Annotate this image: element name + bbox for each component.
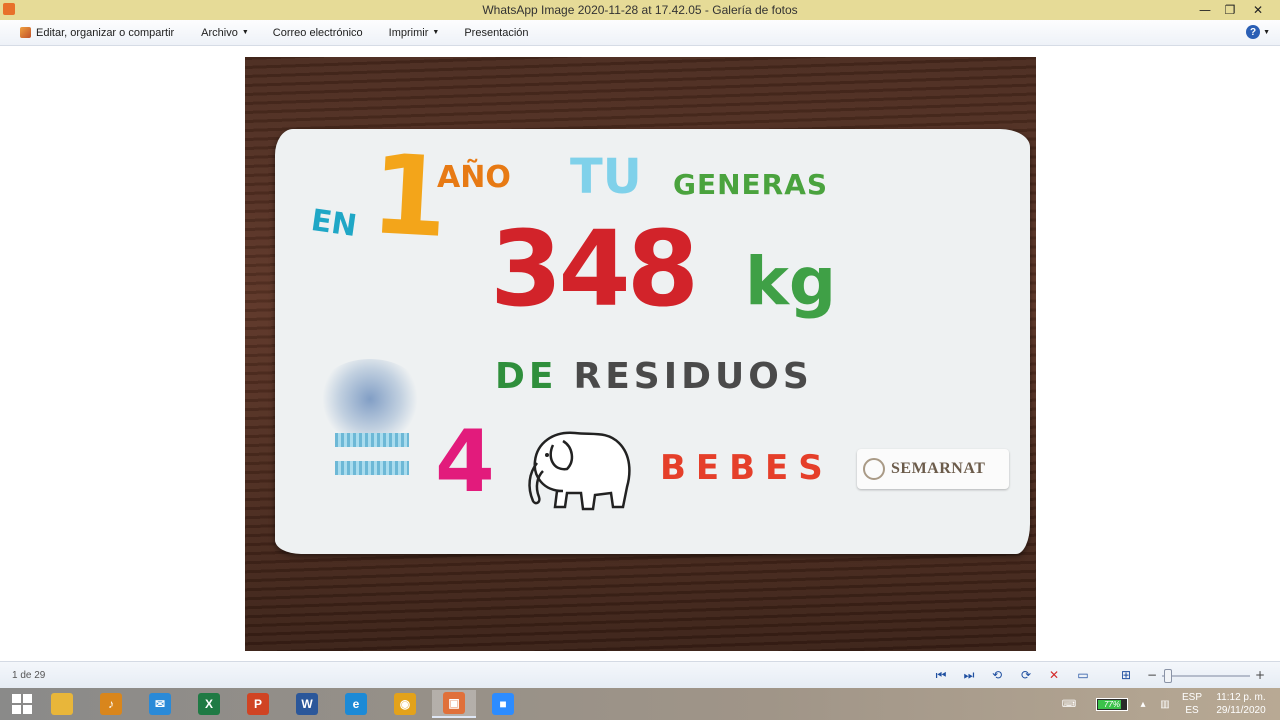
taskbar-audio-app[interactable]: ♪: [89, 690, 133, 718]
network-icon[interactable]: ▥: [1155, 688, 1175, 720]
toolbar: Editar, organizar o compartir Archivo ▼ …: [0, 20, 1280, 46]
taskbar-chrome[interactable]: ◉: [383, 690, 427, 718]
zoom-icon: ■: [492, 693, 514, 715]
zoom-slider[interactable]: [1162, 675, 1250, 677]
previous-image-button[interactable]: ⏮: [932, 667, 950, 683]
word-icon: W: [296, 693, 318, 715]
close-button[interactable]: ✕: [1245, 0, 1271, 20]
zoom-slider-thumb[interactable]: [1163, 669, 1172, 683]
delete-button[interactable]: ✕: [1045, 667, 1063, 683]
taskbar-excel[interactable]: X: [187, 690, 231, 718]
language-indicator[interactable]: ESP ES: [1178, 688, 1206, 720]
poster-word-ano: AÑO: [437, 160, 511, 195]
slideshow-button[interactable]: ▭: [1074, 667, 1092, 683]
archivo-menu[interactable]: Archivo ▼: [186, 20, 261, 45]
language-bottom: ES: [1185, 705, 1199, 716]
fit-to-window-button[interactable]: ⊞: [1117, 667, 1135, 683]
chrome-icon: ◉: [394, 693, 416, 715]
poster-number-four: 4: [435, 412, 495, 512]
start-button[interactable]: [0, 690, 44, 718]
correo-label: Correo electrónico: [272, 26, 363, 39]
next-image-button[interactable]: ⏭: [960, 667, 978, 683]
poster-word-tu: TU: [570, 149, 642, 205]
edge-icon: e: [345, 693, 367, 715]
battery-percent: 77%: [1103, 699, 1120, 709]
help-icon: ?: [1246, 25, 1261, 39]
zoom-out-button[interactable]: −: [1143, 667, 1161, 683]
taskbar-word[interactable]: W: [285, 690, 329, 718]
displayed-photo[interactable]: EN 1 AÑO TU GENERAS 348 kg DE RESIDUOS 4 …: [245, 57, 1036, 651]
mail-icon: ✉: [149, 693, 171, 715]
poster-word-bebes: BEBES: [660, 448, 833, 488]
zoom-in-button[interactable]: +: [1251, 667, 1269, 683]
poster: EN 1 AÑO TU GENERAS 348 kg DE RESIDUOS 4 …: [275, 129, 1030, 554]
taskbar-photo-gallery[interactable]: ▣: [432, 690, 476, 718]
battery-icon: 77%: [1096, 697, 1128, 711]
seal-icon: [863, 458, 885, 480]
minimize-button[interactable]: —: [1192, 0, 1218, 20]
taskbar: ♪ ✉ X P We ◉ ▣ ■ ⌨ 77% ▴ ▥ ESP ES 11:12 p. m. 2…: [0, 688, 1280, 720]
poster-unit: kg: [745, 243, 837, 320]
clock-date: 29/11/2020: [1216, 705, 1266, 716]
audio-app-icon: ♪: [100, 693, 122, 715]
chevron-down-icon: ▼: [241, 29, 249, 36]
edit-label: Editar, organizar o compartir: [36, 26, 175, 39]
presentacion-button[interactable]: Presentación: [451, 20, 540, 45]
windows-logo-icon: [12, 694, 32, 714]
battery-indicator[interactable]: 77%: [1092, 688, 1132, 720]
poster-word-de: DE: [495, 356, 558, 397]
image-counter: 1 de 29: [12, 670, 46, 681]
imprimir-menu[interactable]: Imprimir ▼: [375, 20, 452, 45]
taskbar-powerpoint[interactable]: P: [236, 690, 280, 718]
semarnat-wordmark: SEMARNAT: [891, 460, 986, 477]
rotate-left-button[interactable]: ⟲: [988, 667, 1006, 683]
keyboard-icon[interactable]: ⌨: [1054, 688, 1084, 720]
poster-amount: 348: [490, 208, 699, 330]
poster-residuos-line: DE RESIDUOS: [495, 359, 813, 395]
elephant-icon: [528, 431, 631, 511]
correo-button[interactable]: Correo electrónico: [261, 20, 375, 45]
taskbar-file-explorer[interactable]: [40, 690, 84, 718]
taskbar-mail[interactable]: ✉: [138, 690, 182, 718]
edit-icon: [20, 27, 31, 38]
clock-time: 11:12 p. m.: [1216, 692, 1266, 703]
show-hidden-icons-button[interactable]: ▴: [1136, 688, 1150, 720]
taskbar-edge[interactable]: e: [334, 690, 378, 718]
file-explorer-icon: [51, 693, 73, 715]
excel-icon: X: [198, 693, 220, 715]
poster-word-en: EN: [308, 203, 359, 245]
title-bar: WhatsApp Image 2020-11-28 at 17.42.05 - …: [0, 0, 1280, 20]
equals-bar-bottom: [335, 461, 409, 475]
language-top: ESP: [1181, 692, 1202, 703]
gallery-app-icon: [3, 3, 15, 15]
maximize-button[interactable]: ❐: [1217, 0, 1243, 20]
edit-organize-share-button[interactable]: Editar, organizar o compartir: [0, 20, 186, 45]
imprimir-label: Imprimir: [388, 26, 429, 39]
powerpoint-icon: P: [247, 693, 269, 715]
poster-word-generas: GENERAS: [673, 168, 829, 201]
help-button[interactable]: ? ▼: [1246, 25, 1270, 39]
taskbar-zoom[interactable]: ■: [481, 690, 525, 718]
ink-splash: [315, 359, 425, 439]
status-bar: 1 de 29 ⏮ ⏭ ⟲ ⟳ ✕ ▭ ⊞ − +: [0, 661, 1280, 688]
poster-number-one: 1: [367, 130, 451, 262]
poster-word-residuos: RESIDUOS: [573, 356, 813, 397]
chevron-down-icon: ▼: [1263, 28, 1270, 36]
window-title: WhatsApp Image 2020-11-28 at 17.42.05 - …: [482, 3, 798, 17]
presentacion-label: Presentación: [464, 26, 529, 39]
photo-gallery-icon: ▣: [443, 692, 465, 714]
clock[interactable]: 11:12 p. m. 29/11/2020: [1208, 688, 1274, 720]
equals-bar-top: [335, 433, 409, 447]
archivo-label: Archivo: [201, 26, 238, 39]
rotate-right-button[interactable]: ⟳: [1017, 667, 1035, 683]
semarnat-logo: SEMARNAT: [857, 449, 1009, 489]
chevron-down-icon: ▼: [432, 29, 440, 36]
